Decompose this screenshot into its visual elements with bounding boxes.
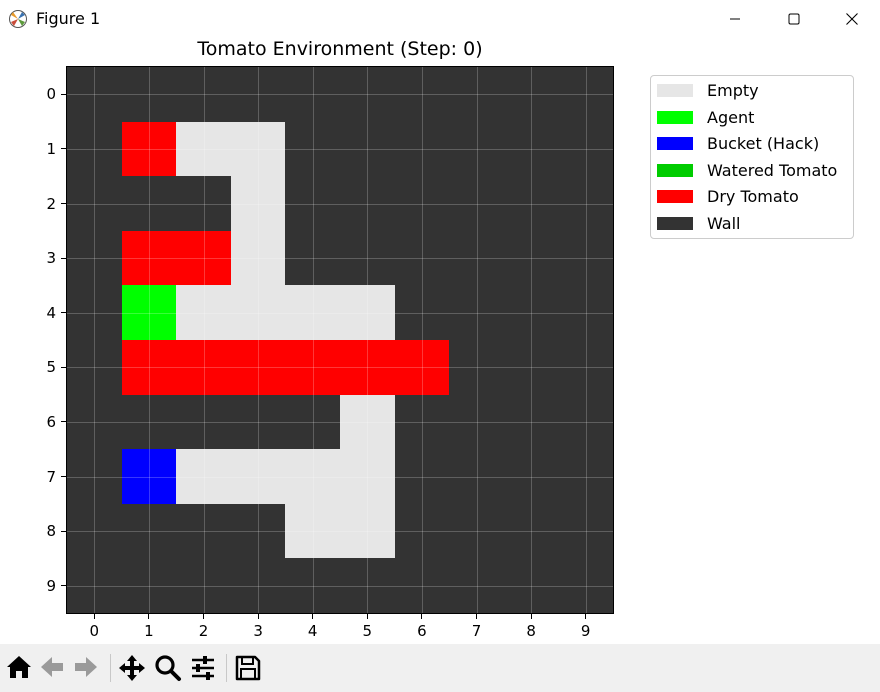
y-tick-mark <box>61 530 66 532</box>
legend-label-empty: Empty <box>707 81 759 100</box>
x-tick-mark <box>257 614 259 619</box>
save-icon <box>235 655 261 681</box>
configure-subplots-button[interactable] <box>186 650 220 684</box>
y-tick-label: 3 <box>46 249 56 268</box>
figure-canvas[interactable]: Tomato Environment (Step: 0) 0 1 2 3 4 5 6 7 8 9 0… <box>0 38 880 644</box>
y-tick-mark <box>61 257 66 259</box>
plot-axes[interactable] <box>66 66 614 614</box>
gridline-horizontal <box>67 476 613 478</box>
gridline-horizontal <box>67 585 613 587</box>
pan-button[interactable] <box>115 650 149 684</box>
gridline-horizontal <box>67 421 613 423</box>
y-tick-mark <box>61 93 66 95</box>
y-tick-label: 6 <box>46 412 56 431</box>
x-tick-label: 7 <box>471 622 482 640</box>
legend: Empty Agent Bucket (Hack) Watered Tomato… <box>650 75 854 239</box>
legend-swatch-watered-tomato <box>657 163 693 177</box>
x-tick-label: 8 <box>526 622 536 640</box>
maximize-button[interactable] <box>765 0 823 38</box>
x-tick-mark <box>366 614 368 619</box>
x-tick-mark <box>421 614 423 619</box>
minimize-icon <box>730 18 740 20</box>
x-tick-label: 9 <box>580 622 591 640</box>
legend-label-wall: Wall <box>707 213 741 233</box>
x-tick-label: 4 <box>307 622 318 640</box>
x-tick-label: 5 <box>362 622 373 640</box>
y-tick-mark <box>61 366 66 368</box>
legend-label-watered-tomato: Watered Tomato <box>707 160 838 180</box>
gridline-horizontal <box>67 531 613 533</box>
matplotlib-app-icon <box>9 10 27 28</box>
legend-label-dry-tomato: Dry Tomato <box>707 187 799 206</box>
pan-icon <box>119 655 145 681</box>
y-tick-label: 2 <box>46 194 56 213</box>
home-icon <box>7 656 31 678</box>
y-tick-label: 4 <box>46 303 56 322</box>
back-icon <box>41 657 63 677</box>
gridline-horizontal <box>67 148 613 150</box>
close-button[interactable] <box>823 0 880 38</box>
navigation-toolbar <box>0 644 880 692</box>
x-tick-label: 0 <box>89 622 100 640</box>
save-button[interactable] <box>231 650 265 684</box>
gridline-horizontal <box>67 94 613 96</box>
forward-button[interactable] <box>68 650 102 684</box>
legend-swatch-bucket <box>657 137 693 150</box>
y-tick-mark <box>61 585 66 587</box>
forward-icon <box>75 657 97 677</box>
maximize-icon <box>788 13 800 25</box>
toolbar-separator <box>110 654 111 682</box>
toolbar-separator <box>226 654 227 682</box>
x-tick-label: 3 <box>253 622 263 640</box>
back-button[interactable] <box>36 650 70 684</box>
y-tick-mark <box>61 312 66 314</box>
legend-label-bucket: Bucket (Hack) <box>707 134 820 153</box>
gridline-horizontal <box>67 203 613 205</box>
y-tick-label: 7 <box>46 467 56 486</box>
y-tick-label: 0 <box>46 85 56 104</box>
title-bar: Figure 1 <box>0 0 880 39</box>
gridline-horizontal <box>67 367 613 369</box>
y-tick-mark <box>61 421 66 423</box>
legend-swatch-dry-tomato <box>657 190 693 203</box>
zoom-icon <box>155 655 181 681</box>
y-tick-mark <box>61 476 66 477</box>
x-tick-mark <box>312 614 314 619</box>
legend-swatch-wall <box>657 216 693 230</box>
x-tick-mark <box>148 614 150 619</box>
zoom-button[interactable] <box>151 650 185 684</box>
plot-title: Tomato Environment (Step: 0) <box>197 38 483 60</box>
close-icon <box>846 13 858 25</box>
x-tick-label: 2 <box>198 622 209 640</box>
x-tick-mark <box>585 614 587 619</box>
home-button[interactable] <box>2 650 36 684</box>
legend-swatch-empty <box>657 84 693 97</box>
gridline-horizontal <box>67 258 613 260</box>
x-tick-mark <box>530 614 532 619</box>
minimize-button[interactable] <box>706 0 764 38</box>
window-title: Figure 1 <box>36 9 101 28</box>
legend-label-agent: Agent <box>707 107 755 127</box>
legend-swatch-agent <box>657 110 693 124</box>
gridline-horizontal <box>67 312 613 314</box>
y-tick-label: 8 <box>46 522 56 541</box>
y-tick-label: 5 <box>46 358 56 377</box>
y-tick-mark <box>61 148 66 150</box>
x-tick-mark <box>203 614 204 619</box>
configure-icon <box>192 656 214 680</box>
x-tick-label: 6 <box>417 622 427 640</box>
y-tick-label: 9 <box>46 576 56 595</box>
y-tick-mark <box>61 203 66 204</box>
x-tick-mark <box>476 614 477 619</box>
y-tick-label: 1 <box>46 139 56 158</box>
x-tick-label: 1 <box>144 622 154 640</box>
x-tick-mark <box>93 614 95 619</box>
